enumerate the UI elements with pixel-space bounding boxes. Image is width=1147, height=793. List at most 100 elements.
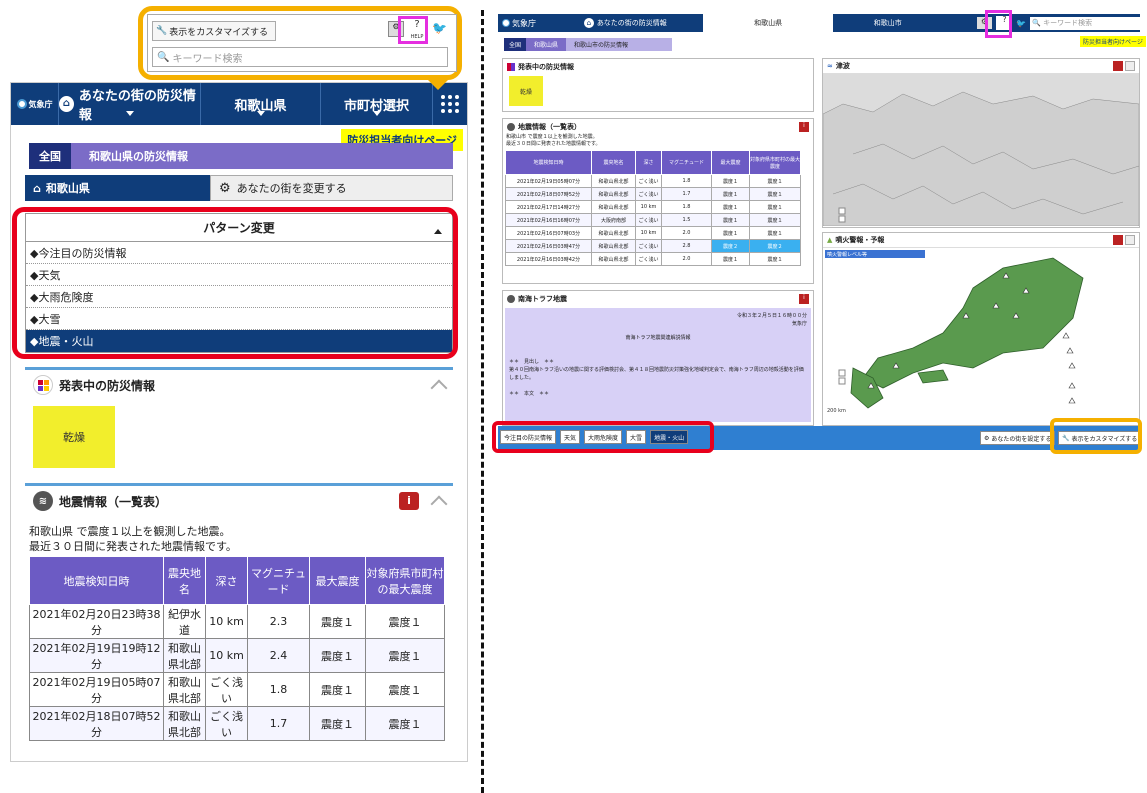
nav-city[interactable]: 和歌山市: [833, 18, 943, 28]
warning-icon: [33, 375, 53, 395]
trough-panel: 南海トラフ地震 i 令和３年２月５日１６時００分 気象庁 南海トラフ地震関連解説…: [502, 290, 814, 426]
quake-panel: ≋ 地震情報（一覧表） i 和歌山県 で震度１以上を観測した地震。 最近３０日間…: [25, 483, 453, 761]
change-city-button[interactable]: ⚙ あなたの街を変更する: [210, 175, 453, 201]
quake-icon: [507, 294, 515, 303]
table-row[interactable]: 2021年02月18日07時52分 和歌山県北部 ごく浅い 1.7 震度１ 震度１: [505, 187, 801, 201]
table-row[interactable]: 2021年02月16日03時47分 和歌山県北部 ごく浅い 2.8 震度２ 震度２: [505, 239, 801, 253]
col-header: 地震検知日時: [505, 150, 592, 175]
warning-title: 発表中の防災情報: [503, 59, 813, 74]
jma-logo[interactable]: 気象庁: [11, 83, 59, 125]
jma-logo-icon: [502, 19, 510, 27]
col-header: 地震検知日時: [29, 556, 164, 605]
highlight-pattern-mobile: [12, 207, 458, 359]
customize-button[interactable]: 🔧 表示をカスタマイズする: [152, 21, 276, 41]
col-header: 最大震度: [309, 556, 366, 605]
tsunami-panel: ≈ 津波: [822, 58, 1140, 228]
nav-local-info[interactable]: ⌂ あなたの街の防災情報: [554, 18, 704, 28]
breadcrumb-home[interactable]: 全国: [25, 143, 71, 169]
zoom-out-button: [838, 215, 846, 223]
table-row[interactable]: 2021年02月16日16時07分 大阪府南部 ごく浅い 1.5 震度１ 震度１: [505, 213, 801, 227]
table-row[interactable]: 2021年02月19日05時07分 和歌山県北部 ごく浅い 1.8 震度１ 震度１: [29, 672, 445, 707]
tsunami-icon: ≈: [827, 62, 833, 70]
quake-desc: 最近３０日間に発表された地震情報です。: [506, 141, 601, 147]
breadcrumb-pref[interactable]: 和歌山県: [526, 38, 567, 51]
wrench-icon: 🔧: [156, 26, 168, 36]
home-icon: ⌂: [33, 181, 41, 195]
breadcrumb-home[interactable]: 全国: [504, 38, 527, 51]
highlight-help-mobile: [398, 16, 428, 44]
col-header: マグニチュード: [247, 556, 310, 605]
search-icon: 🔍: [1032, 19, 1042, 27]
table-row[interactable]: 2021年02月20日23時38分 紀伊水道 10 km 2.3 震度１ 震度１: [29, 604, 445, 639]
table-row[interactable]: 2021年02月19日19時12分 和歌山県北部 10 km 2.4 震度１ 震度１: [29, 638, 445, 673]
volcano-legend: 噴火警報レベル等: [827, 251, 867, 258]
zoom-out-button: [838, 377, 846, 385]
info-icon[interactable]: i: [799, 294, 809, 304]
info-icon[interactable]: i: [799, 122, 809, 132]
warning-icon: [507, 62, 515, 71]
tsunami-map[interactable]: [823, 74, 1139, 226]
trough-text: 令和３年２月５日１６時００分 気象庁 南海トラフ地震関連解説情報 ＊＊ 見出し …: [505, 308, 811, 422]
nav-city-select[interactable]: 市町村選択: [321, 83, 433, 125]
desktop-nav-bar: 気象庁 ⌂ あなたの街の防災情報 和歌山県 和歌山市 ⚙ ? 🐦 🔍 キーワード検…: [498, 14, 1140, 32]
quake-panel: 地震情報（一覧表） i 和歌山市 で震度１以上を観測した地震。 最近３０日間に発…: [502, 118, 814, 284]
quake-desc: 和歌山市 で震度１以上を観測した地震。: [506, 134, 598, 140]
table-row[interactable]: 2021年02月16日07時03分 和歌山県北部 10 km 2.0 震度１ 震度１: [505, 226, 801, 240]
legend-icon[interactable]: [1125, 235, 1135, 245]
highlight-pattern-desktop: [492, 421, 714, 453]
collapse-icon[interactable]: [430, 495, 448, 513]
gear-icon: ⚙: [984, 434, 990, 442]
col-header: 対象府県市町村の最大震度: [749, 150, 801, 175]
mobile-view: 気象庁 ⌂ あなたの街の防災情報 和歌山県 市町村選択 防災担当者向けページ 全…: [10, 82, 468, 762]
col-header: 震央地名: [163, 556, 206, 605]
bosai-staff-link[interactable]: 防災担当者向けページ: [1080, 36, 1146, 47]
col-header: 対象府県市町村の最大震度: [365, 556, 445, 605]
table-row[interactable]: 2021年02月16日03時42分 和歌山県北部 ごく浅い 2.0 震度１ 震度１: [505, 252, 801, 266]
quake-desc: 和歌山県 で震度１以上を観測した地震。: [29, 525, 231, 538]
quake-table: 地震検知日時 震央地名 深さ マグニチュード 最大震度 対象府県市町村の最大震度…: [29, 556, 445, 741]
nav-prefecture[interactable]: 和歌山県: [201, 83, 321, 125]
quake-icon: [507, 122, 515, 131]
change-city-button[interactable]: ⚙ あなたの街を設定する: [980, 431, 1056, 445]
table-row[interactable]: 2021年02月17日14時27分 和歌山県北部 10 km 1.8 震度１ 震度１: [505, 200, 801, 214]
volcano-map[interactable]: 噴火警報レベル等 200 km: [823, 248, 1139, 424]
zoom-in-button: [838, 207, 846, 215]
collapse-icon[interactable]: [430, 379, 448, 397]
home-icon: ⌂: [59, 96, 74, 112]
twitter-icon[interactable]: 🐦: [432, 21, 450, 35]
warning-badge[interactable]: 乾燥: [33, 406, 115, 468]
col-header: 震央地名: [591, 150, 636, 175]
nav-local-info[interactable]: ⌂ あなたの街の防災情報: [59, 83, 201, 125]
warning-title: 発表中の防災情報: [25, 370, 453, 400]
col-header: マグニチュード: [661, 150, 712, 175]
gear-icon: ⚙: [219, 180, 231, 196]
jma-logo-icon: [16, 99, 27, 109]
divider: [481, 10, 484, 793]
jma-logo[interactable]: 気象庁: [498, 18, 554, 29]
quake-title: 地震情報（一覧表）: [503, 119, 813, 134]
table-row[interactable]: 2021年02月18日07時52分 和歌山県北部 ごく浅い 1.7 震度１ 震度１: [29, 706, 445, 741]
col-header: 最大震度: [711, 150, 750, 175]
table-row[interactable]: 2021年02月19日05時07分 和歌山県北部 ごく浅い 1.8 震度１ 震度１: [505, 174, 801, 188]
col-header: 深さ: [635, 150, 662, 175]
volcano-panel: ▲ 噴火警報・予報 噴火警報レベル等 200 km: [822, 232, 1140, 426]
tsunami-title: ≈ 津波: [823, 59, 1139, 74]
volcano-title: ▲ 噴火警報・予報: [823, 233, 1139, 248]
info-icon[interactable]: [1113, 235, 1123, 245]
warning-badge[interactable]: 乾燥: [509, 76, 543, 106]
quake-desc: 最近３０日間に発表された地震情報です。: [29, 540, 237, 553]
pref-button[interactable]: ⌂ 和歌山県: [25, 175, 210, 201]
breadcrumb: 全国 和歌山県の防災情報: [25, 143, 453, 169]
search-input[interactable]: 🔍 キーワード検索: [152, 47, 448, 67]
info-icon[interactable]: i: [399, 492, 419, 510]
pref-row: ⌂ 和歌山県 ⚙ あなたの街を変更する: [25, 175, 453, 201]
search-icon: 🔍: [157, 51, 170, 63]
col-header: 深さ: [205, 556, 248, 605]
search-input[interactable]: 🔍 キーワード検索: [1030, 16, 1140, 30]
twitter-icon[interactable]: 🐦: [1016, 19, 1028, 28]
nav-prefecture[interactable]: 和歌山県: [703, 14, 833, 32]
warning-panel: 発表中の防災情報 乾燥: [25, 367, 453, 468]
info-icon[interactable]: [1113, 61, 1123, 71]
quake-title: ≋ 地震情報（一覧表） i: [25, 486, 453, 516]
legend-icon[interactable]: [1125, 61, 1135, 71]
